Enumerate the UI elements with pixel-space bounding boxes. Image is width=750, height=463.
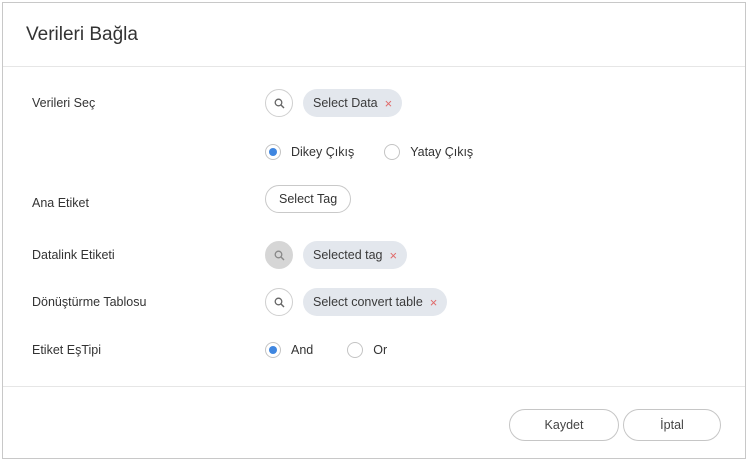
radio-and[interactable]: And (265, 342, 313, 358)
convert-table-chip-label: Select convert table (313, 295, 423, 309)
radio-horizontal-output[interactable]: Yatay Çıkış (384, 144, 473, 160)
search-icon (274, 250, 284, 260)
datalink-tag-search-button[interactable] (265, 241, 293, 269)
save-button[interactable]: Kaydet (509, 409, 619, 441)
radio-or-indicator[interactable] (347, 342, 364, 358)
convert-table-search-button[interactable] (265, 288, 293, 316)
dialog-footer: Kaydet İptal (3, 386, 745, 441)
convert-table-row: Dönüştürme Tablosu Select convert table … (3, 288, 745, 316)
remove-icon[interactable]: × (430, 295, 438, 310)
datalink-tag-chip[interactable]: Selected tag × (303, 241, 408, 269)
radio-or[interactable]: Or (347, 342, 387, 358)
convert-table-chip[interactable]: Select convert table × (303, 288, 448, 316)
select-data-chip[interactable]: Select Data × (303, 89, 403, 117)
datalink-tag-chip-label: Selected tag (313, 248, 383, 262)
cancel-button[interactable]: İptal (623, 409, 721, 441)
datalink-tag-label: Datalink Etiketi (32, 248, 115, 262)
radio-and-indicator[interactable] (265, 342, 281, 358)
radio-or-label: Or (373, 343, 388, 357)
bind-data-dialog: Verileri Bağla Verileri Seç Select Data … (2, 2, 746, 459)
convert-table-label: Dönüştürme Tablosu (32, 295, 147, 309)
dialog-header: Verileri Bağla (3, 3, 745, 67)
search-icon (274, 297, 284, 307)
select-data-label: Verileri Seç (32, 96, 96, 110)
remove-icon[interactable]: × (390, 248, 398, 263)
radio-horizontal-output-label: Yatay Çıkış (410, 145, 474, 159)
select-data-search-button[interactable] (265, 89, 293, 117)
remove-icon[interactable]: × (385, 96, 393, 111)
select-data-row: Verileri Seç Select Data × (3, 89, 745, 117)
radio-vertical-output[interactable]: Dikey Çıkış (265, 144, 354, 160)
dialog-title: Verileri Bağla (26, 23, 138, 45)
main-tag-label: Ana Etiket (32, 196, 89, 210)
select-tag-button[interactable]: Select Tag (265, 185, 352, 213)
datalink-tag-row: Datalink Etiketi Selected tag × (3, 241, 745, 269)
tag-match-type-row: Etiket EşTipi And Or (3, 341, 745, 359)
radio-horizontal-output-indicator[interactable] (384, 144, 401, 160)
main-tag-row: Ana Etiket Select Tag (3, 185, 745, 215)
radio-and-label: And (291, 343, 314, 357)
output-direction-row: Dikey Çıkış Yatay Çıkış (3, 143, 745, 161)
radio-vertical-output-label: Dikey Çıkış (291, 145, 355, 159)
tag-match-type-label: Etiket EşTipi (32, 343, 102, 357)
search-icon (274, 98, 284, 108)
radio-vertical-output-indicator[interactable] (265, 144, 281, 160)
select-data-chip-label: Select Data (313, 96, 378, 110)
